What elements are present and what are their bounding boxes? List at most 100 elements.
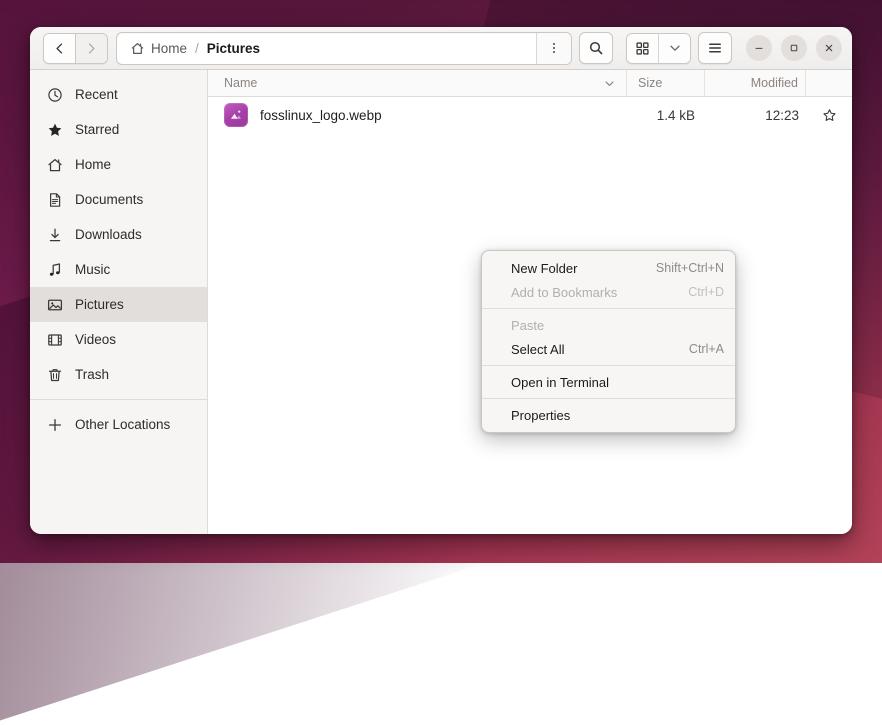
sidebar-item-label: Recent [75, 87, 118, 102]
download-icon [46, 226, 63, 243]
file-size-cell: 1.4 kB [656, 107, 695, 123]
column-header-modified-label: Modified [750, 76, 798, 90]
sidebar-item-videos[interactable]: Videos [30, 322, 207, 357]
minimize-icon [755, 47, 763, 49]
table-row[interactable]: fosslinux_logo.webp 1.4 kB 12:23 [208, 97, 852, 133]
view-options-dropdown[interactable] [658, 33, 690, 63]
chevron-down-icon [605, 80, 614, 86]
chevron-right-icon [88, 42, 95, 54]
sidebar-item-label: Documents [75, 192, 144, 207]
sidebar-item-other-locations[interactable]: Other Locations [30, 407, 207, 442]
grid-view-button[interactable] [627, 33, 658, 63]
file-modified-cell: 12:23 [765, 107, 799, 123]
back-button[interactable] [44, 33, 75, 63]
sidebar-item-recent[interactable]: Recent [30, 77, 207, 112]
trash-icon [46, 366, 63, 383]
forward-button[interactable] [75, 33, 107, 63]
file-name-label: fosslinux_logo.webp [260, 107, 382, 123]
breadcrumb: Home / Pictures [117, 33, 536, 64]
plus-icon [46, 416, 63, 433]
context-menu-item-label: New Folder [511, 260, 578, 276]
context-menu-item-properties[interactable]: Properties [482, 403, 735, 427]
column-header-modified[interactable]: Modified [704, 70, 805, 96]
image-file-icon [224, 103, 248, 127]
sidebar-item-downloads[interactable]: Downloads [30, 217, 207, 252]
column-header-star [805, 70, 852, 96]
column-header-size[interactable]: Size [626, 70, 704, 96]
context-menu-item-accel: Ctrl+A [688, 342, 724, 356]
context-menu-item-add-to-bookmarks: Add to Bookmarks Ctrl+D [482, 280, 735, 304]
sidebar-item-documents[interactable]: Documents [30, 182, 207, 217]
file-manager-window: Home / Pictures Recent Starred Home Docu… [30, 27, 852, 534]
context-menu-item-open-in-terminal[interactable]: Open in Terminal [482, 370, 735, 394]
document-icon [46, 191, 63, 208]
picture-icon [46, 296, 63, 313]
context-menu-item-label: Select All [511, 341, 565, 357]
breadcrumb-label-current: Pictures [206, 40, 261, 56]
maximize-icon [790, 44, 798, 52]
breadcrumb-item-pictures[interactable]: Pictures [207, 41, 260, 56]
context-menu-item-label: Add to Bookmarks [511, 284, 618, 300]
path-options-button[interactable] [536, 32, 571, 64]
maximize-button[interactable] [781, 35, 807, 61]
context-menu-separator [482, 308, 735, 309]
home-icon [46, 156, 63, 173]
sidebar-item-label: Pictures [75, 297, 124, 312]
context-menu-item-select-all[interactable]: Select All Ctrl+A [482, 337, 735, 361]
sidebar-item-label: Starred [75, 122, 120, 137]
sidebar-item-label: Music [75, 262, 111, 277]
context-menu-item-new-folder[interactable]: New Folder Shift+Ctrl+N [482, 256, 735, 280]
context-menu-item-label: Open in Terminal [511, 374, 610, 390]
sidebar-item-label: Videos [75, 332, 117, 347]
sidebar-item-trash[interactable]: Trash [30, 357, 207, 392]
column-header-name[interactable]: Name [208, 70, 626, 96]
context-menu-separator [482, 398, 735, 399]
close-icon [825, 44, 833, 52]
clock-icon [46, 86, 63, 103]
main-menu-button[interactable] [698, 32, 732, 64]
sidebar-item-home[interactable]: Home [30, 147, 207, 182]
sidebar-item-label: Trash [75, 367, 110, 382]
home-icon [131, 42, 144, 54]
context-menu-item-paste: Paste [482, 313, 735, 337]
close-button[interactable] [816, 35, 842, 61]
minimize-button[interactable] [746, 35, 772, 61]
context-menu-item-accel: Shift+Ctrl+N [655, 261, 724, 275]
sidebar: Recent Starred Home Documents Downloads … [30, 70, 208, 534]
sidebar-item-label: Other Locations [75, 417, 171, 432]
context-menu[interactable]: New Folder Shift+Ctrl+N Add to Bookmarks… [481, 250, 736, 433]
path-bar[interactable]: Home / Pictures [116, 31, 572, 65]
column-headers: Name Size Modified [208, 70, 852, 97]
breadcrumb-item-home[interactable]: Home [130, 41, 187, 56]
context-menu-item-label: Paste [511, 317, 545, 333]
context-menu-separator [482, 365, 735, 366]
video-icon [46, 331, 63, 348]
search-icon [589, 41, 603, 55]
sidebar-separator [30, 399, 207, 400]
breadcrumb-separator: / [195, 40, 199, 56]
vertical-dots-icon [552, 42, 556, 54]
window-controls [746, 35, 842, 61]
chevron-left-icon [56, 42, 63, 54]
sidebar-item-pictures[interactable]: Pictures [30, 287, 207, 322]
sort-indicator [603, 77, 626, 90]
column-header-name-label: Name [224, 76, 258, 90]
file-star-toggle[interactable] [806, 108, 852, 123]
navigation-buttons [43, 32, 108, 64]
hamburger-menu-icon [709, 43, 721, 53]
sidebar-item-starred[interactable]: Starred [30, 112, 207, 147]
sidebar-item-label: Downloads [75, 227, 142, 242]
search-button[interactable] [579, 32, 613, 64]
music-icon [46, 261, 63, 278]
context-menu-item-accel: Ctrl+D [688, 285, 724, 299]
context-menu-item-label: Properties [511, 407, 571, 423]
chevron-down-icon [669, 45, 680, 51]
star-outline-icon [822, 108, 836, 121]
sidebar-item-music[interactable]: Music [30, 252, 207, 287]
view-mode-group [626, 32, 691, 64]
sidebar-item-label: Home [75, 157, 112, 172]
breadcrumb-label: Home [151, 40, 188, 56]
column-header-size-label: Size [638, 76, 663, 90]
file-name-cell[interactable]: fosslinux_logo.webp [208, 103, 627, 127]
star-icon [46, 121, 63, 138]
